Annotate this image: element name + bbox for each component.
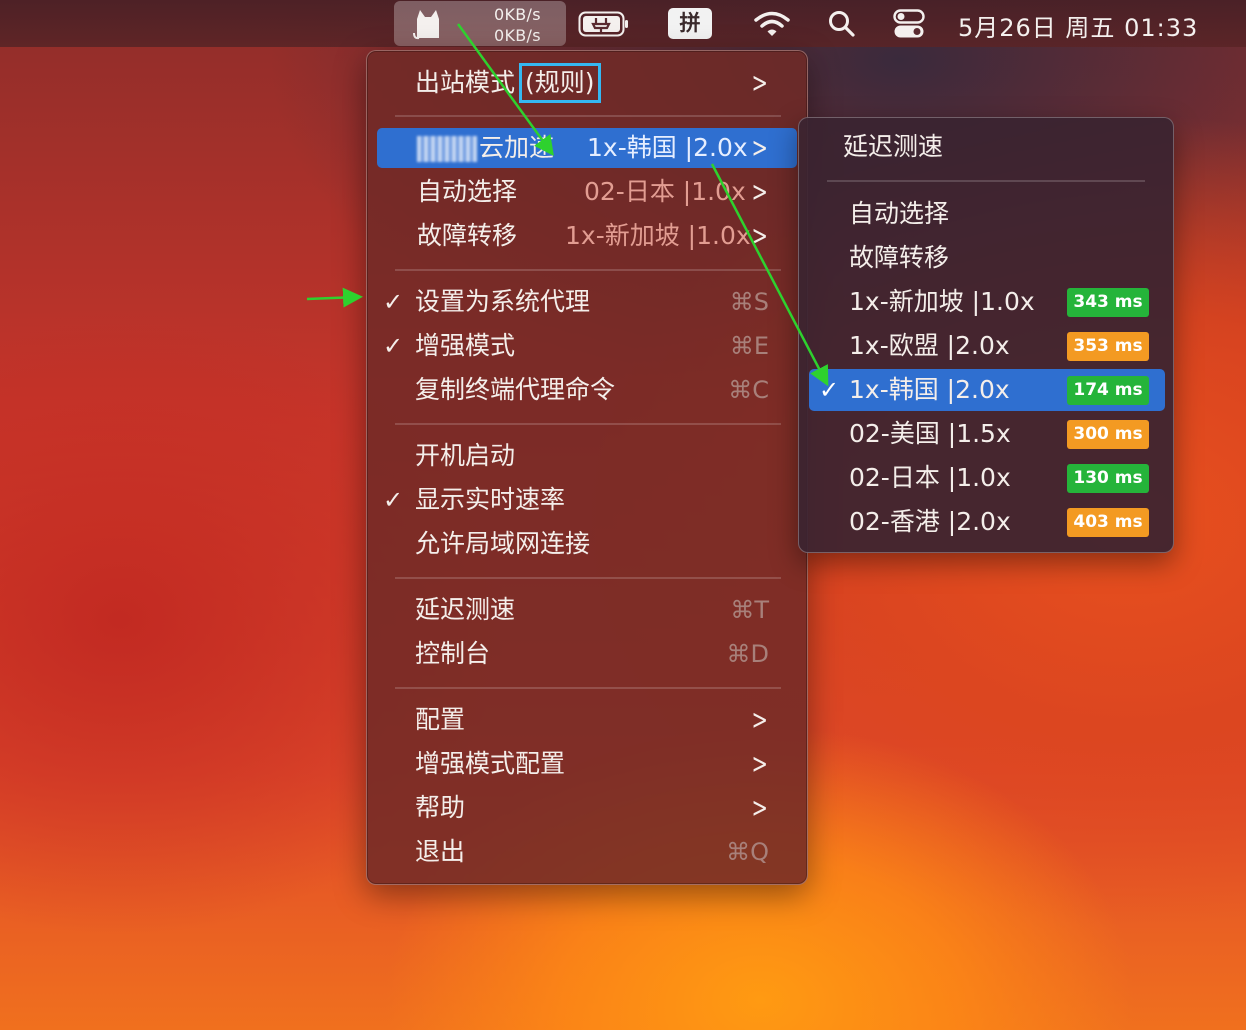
latency-test-label: 延迟测速 (843, 132, 944, 161)
input-method-icon[interactable]: 拼 (668, 8, 712, 39)
outbound-mode-value: (规则) (519, 63, 601, 103)
system-proxy-label: 设置为系统代理 (415, 287, 591, 316)
menu-item-proxy-group-cloud[interactable]: 云加速 1x-韩国 |2.0x > (377, 128, 797, 168)
submenu-item-node[interactable]: 02-日本 |1.0x 130 ms (809, 457, 1165, 499)
copy-terminal-label: 复制终端代理命令 (415, 375, 616, 404)
proxy-group-name: 故障转移 (417, 221, 518, 250)
menu-separator (395, 423, 781, 425)
dashboard-label: 控制台 (415, 639, 491, 668)
menu-separator (395, 687, 781, 689)
menu-separator (395, 269, 781, 271)
chevron-right-icon: > (751, 175, 768, 208)
menu-item-copy-terminal-cmd[interactable]: 复制终端代理命令 ⌘C (377, 370, 797, 410)
submenu-item-latency-test[interactable]: 延迟测速 (809, 126, 1165, 168)
search-icon[interactable] (828, 10, 856, 38)
proxy-group-name: 自动选择 (417, 177, 518, 206)
clash-cat-icon (413, 10, 439, 40)
menu-item-system-proxy[interactable]: ✓ 设置为系统代理 ⌘S (377, 282, 797, 322)
annotation-arrow (306, 287, 363, 308)
submenu-item-node-selected[interactable]: ✓ 1x-韩国 |2.0x 174 ms (809, 369, 1165, 411)
enhanced-mode-label: 增强模式 (415, 331, 516, 360)
node-label: 1x-新加坡 |1.0x (849, 287, 1035, 316)
wifi-icon[interactable] (754, 10, 790, 38)
menu-item-quit[interactable]: 退出 ⌘Q (377, 832, 797, 872)
menu-item-outbound-mode[interactable]: 出站模式 (规则) > (377, 63, 797, 103)
latency-badge: 343 ms (1067, 288, 1149, 317)
node-label: 1x-韩国 |2.0x (849, 375, 1010, 404)
outbound-mode-label: 出站模式 (415, 68, 516, 97)
latency-badge: 130 ms (1067, 464, 1149, 493)
show-speed-label: 显示实时速率 (415, 485, 566, 514)
submenu-item-node[interactable]: 1x-新加坡 |1.0x 343 ms (809, 281, 1165, 323)
config-label: 配置 (415, 705, 466, 734)
launch-at-login-label: 开机启动 (415, 441, 516, 470)
chevron-right-icon: > (751, 747, 768, 780)
menu-item-dashboard[interactable]: 控制台 ⌘D (377, 634, 797, 674)
menu-item-proxy-group-auto[interactable]: 自动选择 02-日本 |1.0x > (377, 172, 797, 212)
menu-item-latency-test[interactable]: 延迟测速 ⌘T (377, 590, 797, 630)
latency-badge: 403 ms (1067, 508, 1149, 537)
chevron-right-icon: > (751, 66, 768, 99)
submenu-item-group-auto[interactable]: 自动选择 (809, 193, 1165, 235)
menu-separator (827, 180, 1145, 182)
control-center-icon[interactable] (893, 9, 925, 39)
proxy-group-selected: 02-日本 |1.0x (584, 177, 746, 206)
submenu-item-node[interactable]: 02-香港 |2.0x 403 ms (809, 501, 1165, 543)
menu-item-enhanced-config[interactable]: 增强模式配置 > (377, 744, 797, 784)
enhanced-config-label: 增强模式配置 (415, 749, 566, 778)
latency-badge: 174 ms (1067, 376, 1149, 405)
allow-lan-label: 允许局域网连接 (415, 529, 591, 558)
shortcut-label: ⌘D (726, 640, 769, 668)
checkmark-icon: ✓ (819, 376, 840, 404)
checkmark-icon: ✓ (383, 486, 404, 514)
redacted-logo-icon (417, 136, 477, 162)
menu-item-launch-at-login[interactable]: 开机启动 (377, 436, 797, 476)
menu-item-enhanced-mode[interactable]: ✓ 增强模式 ⌘E (377, 326, 797, 366)
submenu-item-group-failover[interactable]: 故障转移 (809, 237, 1165, 279)
menu-item-proxy-group-failover[interactable]: 故障转移 1x-新加坡 |1.0x > (377, 216, 797, 256)
proxy-group-selected: 1x-新加坡 |1.0x (565, 221, 751, 250)
shortcut-label: ⌘Q (726, 838, 769, 866)
submenu-item-node[interactable]: 02-美国 |1.5x 300 ms (809, 413, 1165, 455)
battery-charging-icon[interactable] (578, 11, 630, 37)
checkmark-icon: ✓ (383, 288, 404, 316)
menu-item-help[interactable]: 帮助 > (377, 788, 797, 828)
menu-item-show-speed[interactable]: ✓ 显示实时速率 (377, 480, 797, 520)
group-label: 自动选择 (849, 199, 950, 228)
help-label: 帮助 (415, 793, 466, 822)
chevron-right-icon: > (751, 703, 768, 736)
menu-item-allow-lan[interactable]: 允许局域网连接 (377, 524, 797, 564)
shortcut-label: ⌘C (728, 376, 769, 404)
download-speed: 0KB/s (494, 26, 541, 45)
menu-separator (395, 115, 781, 117)
chevron-right-icon: > (751, 131, 768, 164)
node-label: 02-日本 |1.0x (849, 463, 1011, 492)
proxy-group-selected: 1x-韩国 |2.0x (587, 133, 748, 162)
node-label: 1x-欧盟 |2.0x (849, 331, 1010, 360)
latency-badge: 353 ms (1067, 332, 1149, 361)
upload-speed: 0KB/s (494, 5, 541, 24)
menubar-clock[interactable]: 5月26日 周五 01:33 (958, 8, 1198, 43)
checkmark-icon: ✓ (383, 332, 404, 360)
shortcut-label: ⌘T (730, 596, 769, 624)
menu-separator (395, 577, 781, 579)
submenu-item-node[interactable]: 1x-欧盟 |2.0x 353 ms (809, 325, 1165, 367)
proxy-group-name: 云加速 (417, 128, 554, 168)
chevron-right-icon: > (751, 791, 768, 824)
latency-badge: 300 ms (1067, 420, 1149, 449)
chevron-right-icon: > (751, 219, 768, 252)
latency-test-label: 延迟测速 (415, 595, 516, 624)
clashx-status-item[interactable]: 0KB/s 0KB/s (394, 1, 566, 46)
menu-bar: 0KB/s 0KB/s 拼 5月26日 周五 01:33 (0, 0, 1246, 47)
shortcut-label: ⌘E (729, 332, 769, 360)
shortcut-label: ⌘S (729, 288, 769, 316)
node-label: 02-美国 |1.5x (849, 419, 1011, 448)
clashx-menu: 出站模式 (规则) > 云加速 1x-韩国 |2.0x > 自动选择 02-日本 … (366, 50, 808, 885)
outbound-mode-row: 出站模式 (规则) (415, 63, 601, 103)
quit-label: 退出 (415, 837, 466, 866)
node-label: 02-香港 |2.0x (849, 507, 1011, 536)
group-label: 故障转移 (849, 243, 950, 272)
menu-item-config[interactable]: 配置 > (377, 700, 797, 740)
proxy-submenu: 延迟测速 自动选择 故障转移 1x-新加坡 |1.0x 343 ms 1x-欧盟… (798, 117, 1174, 553)
